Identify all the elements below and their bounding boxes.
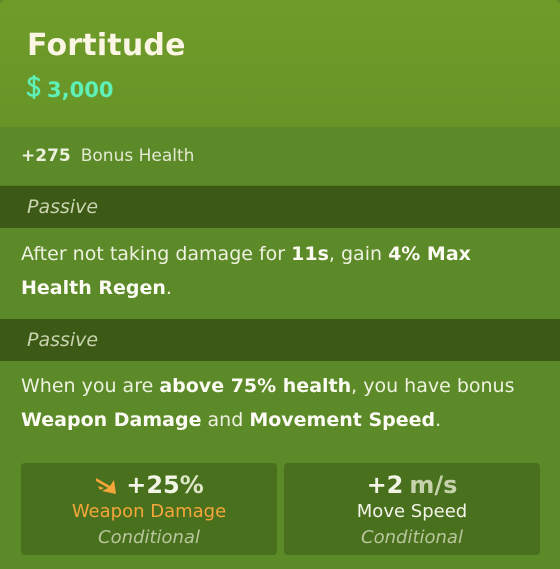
stat-move-speed-name: Move Speed: [356, 501, 468, 522]
passive-1-text: .: [165, 277, 172, 299]
bonus-health-label: Bonus Health: [80, 146, 195, 166]
passive-1-duration: 11s: [291, 243, 329, 265]
bonus-health-value: +275: [21, 146, 71, 166]
passive-2-text: , you have bonus: [351, 375, 515, 397]
passive-1-text: After not taking damage for: [21, 243, 292, 265]
item-title: Fortitude: [27, 28, 186, 63]
stat-move-speed-unit: m/s: [409, 471, 458, 499]
stat-move-speed-value: +2: [366, 471, 404, 499]
bonus-health-row: +275 Bonus Health: [0, 127, 560, 186]
passive-2-threshold: above 75% health: [159, 375, 352, 397]
passive-header-2: Passive: [0, 319, 560, 361]
item-tooltip-card: Fortitude 3,000 +275 Bonus Health Passiv…: [0, 0, 560, 569]
stat-move-speed-value-row: +2 m/s: [284, 471, 540, 499]
item-header: Fortitude 3,000: [0, 0, 560, 127]
passive-2-text: and: [201, 409, 250, 431]
stat-weapon-damage-unit: %: [179, 471, 204, 499]
passive-2-weapon-damage: Weapon Damage: [21, 409, 202, 431]
passive-2-text: .: [435, 409, 442, 431]
stat-weapon-damage-condition: Conditional: [98, 527, 200, 548]
passive-2-movement-speed: Movement Speed: [249, 409, 436, 431]
item-cost-value: 3,000: [47, 77, 114, 102]
passive-description-1: After not taking damage for 11s, gain 4%…: [0, 228, 560, 319]
stat-weapon-damage-name: Weapon Damage: [71, 501, 227, 522]
passive-header-1: Passive: [0, 186, 560, 228]
passive-2-text: When you are: [21, 375, 160, 397]
souls-icon: [25, 74, 47, 105]
stat-move-speed-condition: Conditional: [361, 527, 463, 548]
stat-weapon-damage-value-row: +25%: [21, 471, 277, 499]
stat-weapon-damage: +25% Weapon Damage Conditional: [21, 463, 277, 555]
stat-weapon-damage-value: +25: [126, 471, 180, 499]
item-cost: 3,000: [25, 74, 113, 105]
conditional-stats: +25% Weapon Damage Conditional +2 m/s Mov…: [21, 463, 540, 555]
stat-move-speed: +2 m/s Move Speed Conditional: [284, 463, 540, 555]
passive-1-text: , gain: [328, 243, 389, 265]
weapon-damage-icon: [94, 474, 122, 496]
